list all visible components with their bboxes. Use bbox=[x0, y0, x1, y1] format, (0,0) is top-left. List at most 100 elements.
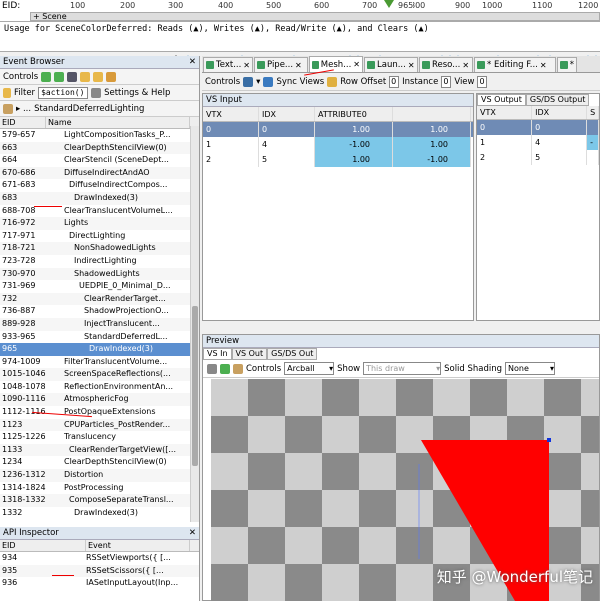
breadcrumb-ellipsis[interactable]: ▸ ... bbox=[16, 104, 31, 114]
tab-editing-shader[interactable]: * Editing F... ✕ bbox=[474, 57, 556, 72]
settings-button[interactable]: Settings & Help bbox=[104, 88, 170, 98]
dropdown-arrow-icon[interactable]: ▾ bbox=[256, 77, 260, 87]
tab-vs-output[interactable]: VS Output bbox=[477, 94, 526, 106]
find-icon[interactable] bbox=[67, 71, 78, 82]
api-row[interactable]: 935 RSSetScissors({ [... bbox=[0, 564, 199, 578]
preview-viewport[interactable]: 知乎 @Wonderful笔记 bbox=[211, 379, 599, 601]
column-name[interactable]: Name bbox=[46, 117, 190, 128]
sync-views-icon[interactable] bbox=[263, 76, 274, 87]
event-row[interactable]: 974-1009 FilterTranslucentVolume... bbox=[0, 356, 199, 369]
tab-gs-ds-out[interactable]: GS/DS Out bbox=[267, 348, 318, 360]
event-row[interactable]: 1332 DrawIndexed(3) bbox=[0, 507, 199, 520]
tab-texture-viewer[interactable]: Text... ✕ bbox=[203, 57, 253, 72]
breadcrumb-current[interactable]: StandardDeferredLighting bbox=[34, 104, 144, 114]
event-row[interactable]: 1015-1046 ScreenSpaceReflections(... bbox=[0, 368, 199, 381]
highlight-icon[interactable] bbox=[327, 76, 338, 87]
timeline-bar[interactable]: EID: 100 200 300 400 500 600 700 800 900… bbox=[0, 0, 600, 22]
filter-input[interactable]: $action() bbox=[38, 86, 89, 99]
event-row[interactable]: 671-683 DiffuseIndirectCompos... bbox=[0, 179, 199, 192]
column-eid[interactable]: EID bbox=[0, 117, 46, 128]
forward-arrow-icon[interactable] bbox=[54, 71, 65, 82]
back-arrow-icon[interactable] bbox=[41, 71, 52, 82]
gear-icon[interactable] bbox=[207, 363, 217, 374]
column-idx[interactable]: IDX bbox=[259, 107, 315, 121]
event-row[interactable]: 579-657 LightCompositionTasks_P... bbox=[0, 129, 199, 142]
gear-icon[interactable] bbox=[91, 87, 102, 98]
sync-views-button[interactable]: Sync Views bbox=[276, 77, 324, 87]
row-offset-input[interactable]: 0 bbox=[389, 75, 400, 88]
close-icon[interactable]: ✕ bbox=[540, 61, 547, 70]
event-row[interactable]: 1090-1116 AtmosphericFog bbox=[0, 393, 199, 407]
event-row[interactable]: 1318-1332 ComposeSeparateTransl... bbox=[0, 494, 199, 507]
column-event[interactable]: Event bbox=[86, 540, 190, 551]
close-icon[interactable]: ✕ bbox=[462, 61, 469, 70]
event-row[interactable]: 663 ClearDepthStencilView(0) bbox=[0, 141, 199, 155]
close-icon[interactable]: ✕ bbox=[408, 61, 415, 70]
column-sv-position[interactable]: S bbox=[587, 106, 600, 119]
event-list-scrollbar[interactable] bbox=[190, 126, 199, 522]
close-icon[interactable]: ✕ bbox=[189, 56, 196, 69]
vertex-row[interactable]: 1 4 -1.00 1.00 bbox=[203, 137, 473, 152]
event-row[interactable]: 1112-1116 PostOpaqueExtensions bbox=[0, 406, 199, 419]
vertex-row[interactable]: 0 0 1.00 1.00 bbox=[203, 122, 473, 137]
camera-select[interactable]: Arcball ▾ bbox=[284, 362, 335, 375]
pick-icon[interactable] bbox=[233, 363, 243, 374]
scrollbar-thumb[interactable] bbox=[192, 306, 198, 466]
event-row[interactable]: 688-708 ClearTranslucentVolumeL... bbox=[0, 205, 199, 218]
view-input[interactable]: 0 bbox=[477, 75, 488, 88]
tab-vs-out[interactable]: VS Out bbox=[231, 348, 268, 360]
tab-mesh-viewer[interactable]: Mesh... ✕ bbox=[309, 56, 363, 72]
vertex-row[interactable]: 2 5 1.00 -1.00 bbox=[203, 152, 473, 167]
event-row[interactable]: 1133 ClearRenderTargetView([... bbox=[0, 443, 199, 457]
event-row[interactable]: 1314-1824 PostProcessing bbox=[0, 482, 199, 495]
api-row[interactable]: 934 RSSetViewports({ [... bbox=[0, 552, 199, 565]
event-row[interactable]: 736-887 ShadowProjectionO... bbox=[0, 305, 199, 318]
tab-gs-ds-output[interactable]: GS/DS Output bbox=[525, 94, 590, 106]
tab-vs-in[interactable]: VS In bbox=[203, 348, 232, 360]
scene-marker-bar[interactable]: + Scene bbox=[30, 12, 600, 21]
event-row[interactable]: 889-928 InjectTranslucent... bbox=[0, 317, 199, 331]
column-attribute0[interactable]: ATTRIBUTE0 bbox=[315, 107, 393, 121]
close-icon[interactable]: ✕ bbox=[295, 61, 302, 70]
event-row[interactable]: 732 ClearRenderTarget... bbox=[0, 292, 199, 306]
event-row[interactable]: 1125-1226 Translucency bbox=[0, 431, 199, 444]
event-row[interactable]: 730-970 ShadowedLights bbox=[0, 267, 199, 281]
vertex-row[interactable]: 00 bbox=[477, 120, 600, 135]
close-icon[interactable]: ✕ bbox=[189, 527, 196, 540]
event-row[interactable]: 723-728 IndirectLighting bbox=[0, 255, 199, 268]
instance-input[interactable]: 0 bbox=[441, 75, 452, 88]
solid-shading-select[interactable]: None ▾ bbox=[505, 362, 556, 375]
tab-pipeline-state[interactable]: Pipe... ✕ bbox=[254, 57, 308, 72]
event-row[interactable]: 1123 CPUParticles_PostRender... bbox=[0, 418, 199, 432]
event-row[interactable]: 1048-1078 ReflectionEnvironmentAn... bbox=[0, 381, 199, 394]
column-idx[interactable]: IDX bbox=[532, 106, 588, 119]
column-vtx[interactable]: VTX bbox=[203, 107, 259, 121]
event-row[interactable]: 683 DrawIndexed(3) bbox=[0, 191, 199, 205]
bookmark-icon[interactable] bbox=[80, 71, 91, 82]
close-icon[interactable]: ✕ bbox=[353, 60, 360, 69]
event-row[interactable]: 731-969 UEDPIE_0_Minimal_D... bbox=[0, 280, 199, 293]
event-row[interactable]: 670-686 DiffuseIndirectAndAO bbox=[0, 166, 199, 180]
event-row[interactable]: 664 ClearStencil (SceneDept... bbox=[0, 154, 199, 167]
vertex-row[interactable]: 25 bbox=[477, 150, 600, 165]
event-row[interactable]: 718-721 NonShadowedLights bbox=[0, 242, 199, 255]
tab-launch[interactable]: Laun... ✕ bbox=[364, 57, 418, 72]
event-row[interactable]: 933-965 StandardDeferredL... bbox=[0, 331, 199, 344]
save-icon[interactable] bbox=[243, 76, 254, 87]
event-row[interactable]: 716-972 Lights bbox=[0, 217, 199, 230]
show-select[interactable]: This draw ▾ bbox=[363, 362, 442, 375]
close-icon[interactable]: ✕ bbox=[243, 61, 250, 70]
home-icon[interactable] bbox=[3, 103, 13, 114]
column-vtx[interactable]: VTX bbox=[477, 106, 533, 119]
export-icon[interactable] bbox=[93, 71, 104, 82]
event-row[interactable]: 717-971 DirectLighting bbox=[0, 230, 199, 243]
reset-camera-icon[interactable] bbox=[220, 363, 230, 374]
tab-editing-shader-2[interactable]: * bbox=[557, 57, 577, 72]
vertex-row[interactable]: 14- bbox=[477, 135, 600, 150]
event-row[interactable]: 1234 ClearDepthStencilView(0) bbox=[0, 456, 199, 469]
event-row[interactable]: 1236-1312 Distortion bbox=[0, 469, 199, 482]
current-event-marker[interactable] bbox=[384, 0, 394, 8]
tab-resource-inspector[interactable]: Reso... ✕ bbox=[419, 57, 473, 72]
column-eid[interactable]: EID bbox=[0, 540, 86, 551]
api-row[interactable]: 936 IASetInputLayout(Inp... bbox=[0, 577, 199, 590]
